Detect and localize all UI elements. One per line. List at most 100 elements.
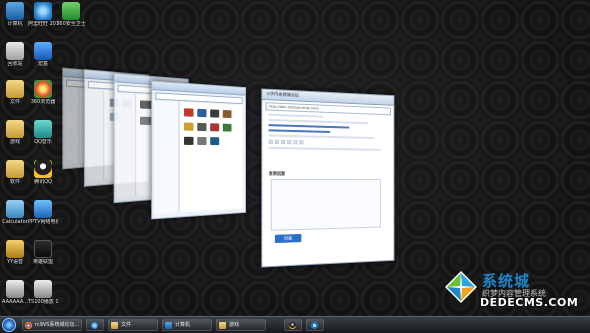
app-icon (184, 123, 194, 131)
music-icon (34, 120, 52, 138)
desktop-icon-label: 阿里旺旺 2012 (28, 21, 58, 27)
desktop-icon-shortcut[interactable]: 宏基 (28, 42, 58, 67)
app-icon (210, 109, 219, 117)
taskbar-item-explorer-computer[interactable]: 计算机 (162, 319, 212, 331)
desktop-icon-calculator[interactable]: Calculator (0, 200, 30, 225)
reply-section-title: 发表回复 (269, 171, 286, 177)
app-icon (197, 137, 206, 145)
ie-icon (34, 2, 52, 20)
desktop-icon-label: 360浏览器 (28, 99, 58, 105)
page-text-line (269, 119, 369, 124)
desktop-icon-yy-voice[interactable]: YY语音 (0, 240, 30, 265)
folder-icon (6, 120, 24, 138)
desktop-icon-360-browser[interactable]: 360浏览器 (28, 80, 58, 105)
desktop-icon-aaaa[interactable]: AAAAAA... (0, 280, 30, 305)
desktop-icon-label: QQ音乐 (28, 139, 58, 145)
navigation-pane (65, 88, 79, 164)
browser-icon (34, 80, 52, 98)
taskbar-item-label: 计算机 (175, 322, 190, 328)
page-button[interactable] (293, 140, 297, 144)
desktop-icon-folder-file[interactable]: 文件 (0, 80, 30, 105)
navigation-pane (87, 89, 104, 181)
desktop-icon-label: TS100播放 1.5.5(... (28, 299, 58, 305)
taskbar-item-kugou[interactable] (306, 319, 324, 331)
desktop-icon-label: Calculator (0, 219, 30, 225)
desktop-icon-label: 英雄联盟 (28, 259, 58, 265)
desktop-icon-ie[interactable]: 阿里旺旺 2012 (28, 2, 58, 27)
game-icon (34, 240, 52, 258)
thread-link[interactable] (269, 124, 350, 128)
qq-penguin-icon (289, 322, 296, 329)
page-button[interactable] (299, 140, 303, 144)
app-icon (184, 108, 194, 116)
app-icon (223, 110, 232, 118)
xitongcheng-logo (444, 270, 478, 304)
ie-icon (91, 322, 98, 329)
folder-icon (219, 322, 226, 329)
browser-window[interactable]: rc9VS系统城论坛 http://bbs.xitongcheng.com/ 发… (261, 88, 394, 267)
desktop-icon-label: 回收站 (0, 61, 30, 67)
desktop-icon-label: 游戏 (0, 139, 30, 145)
desktop-icon-tencent-qq[interactable]: 腾讯QQ (28, 160, 58, 185)
desktop-icon-label: 软件 (0, 179, 30, 185)
folder-icon (6, 160, 24, 178)
desktop-icon-ts100[interactable]: TS100播放 1.5.5(... (28, 280, 58, 305)
taskbar-item-label: 游戏 (229, 322, 239, 328)
kugou-icon (311, 322, 318, 329)
taskbar: rc9VS系统城论坛... 文件 计算机 游戏 (0, 316, 590, 333)
reply-editor[interactable] (271, 179, 381, 231)
reply-button[interactable]: 回复 (275, 234, 302, 243)
app-icon (197, 109, 206, 117)
taskbar-item-qq[interactable] (284, 319, 302, 331)
desktop-icon-game-app[interactable]: 英雄联盟 (28, 240, 58, 265)
page-button[interactable] (275, 140, 279, 144)
shield-icon (62, 2, 80, 20)
page-button[interactable] (281, 140, 285, 144)
desktop-icon-label: AAAAAA... (0, 299, 30, 305)
desktop-icon-computer[interactable]: 计算机 (0, 2, 30, 27)
desktop-icon-label: PPTV网络电视 (28, 219, 58, 225)
desktop-icon-folder-software[interactable]: 软件 (0, 160, 30, 185)
app-icon (210, 137, 219, 145)
app-icon (197, 123, 206, 131)
page-button[interactable] (269, 140, 273, 144)
app-icon (210, 123, 219, 131)
desktop-icon-folder-game[interactable]: 游戏 (0, 120, 30, 145)
taskbar-item-label: 文件 (121, 322, 131, 328)
desktop-icon-label: 360安全卫士 (56, 21, 86, 27)
desktop-icon-recycle-bin[interactable]: 回收站 (0, 42, 30, 67)
chrome-icon (25, 322, 32, 329)
yy-voice-icon (6, 240, 24, 258)
app-icon (184, 137, 194, 145)
app-icon (223, 124, 232, 132)
page-text-line (269, 114, 324, 118)
taskbar-item-explorer-file[interactable]: 文件 (108, 319, 158, 331)
page-button[interactable] (287, 140, 291, 144)
flip3d-window[interactable] (151, 81, 246, 220)
desktop-icon-360-safe[interactable]: 360安全卫士 (56, 2, 86, 27)
taskbar-item-chrome[interactable]: rc9VS系统城论坛... (22, 319, 82, 331)
taskbar-item-label: rc9VS系统城论坛... (35, 322, 79, 328)
navigation-pane (117, 93, 137, 198)
desktop-icon-pptv[interactable]: PPTV网络电视 (28, 200, 58, 225)
browser-tab-title[interactable]: rc9VS系统城论坛 (267, 91, 299, 99)
tv-icon (34, 200, 52, 218)
navigation-pane (154, 101, 179, 214)
desktop-icon-label: 腾讯QQ (28, 179, 58, 185)
thread-link[interactable] (269, 129, 330, 133)
calculator-icon (6, 200, 24, 218)
desktop-icon-label: 计算机 (0, 21, 30, 27)
start-button[interactable] (2, 318, 16, 332)
desktop-icon-label: 宏基 (28, 61, 58, 67)
desktop: 计算机 回收站 文件 游戏 软件 Calculator YY语音 AAAAAA.… (0, 0, 590, 316)
document-icon (6, 280, 24, 298)
taskbar-item-explorer-game[interactable]: 游戏 (216, 319, 266, 331)
pagination[interactable] (269, 140, 388, 146)
desktop-icon-qq-music[interactable]: QQ音乐 (28, 120, 58, 145)
computer-icon (165, 322, 172, 329)
computer-icon (6, 2, 24, 20)
desktop-icon-label: YY语音 (0, 259, 30, 265)
watermark-overlay-text: 织梦内容管理系统 (482, 288, 546, 299)
page-text-line (269, 147, 381, 151)
taskbar-item-ie[interactable] (86, 319, 104, 331)
